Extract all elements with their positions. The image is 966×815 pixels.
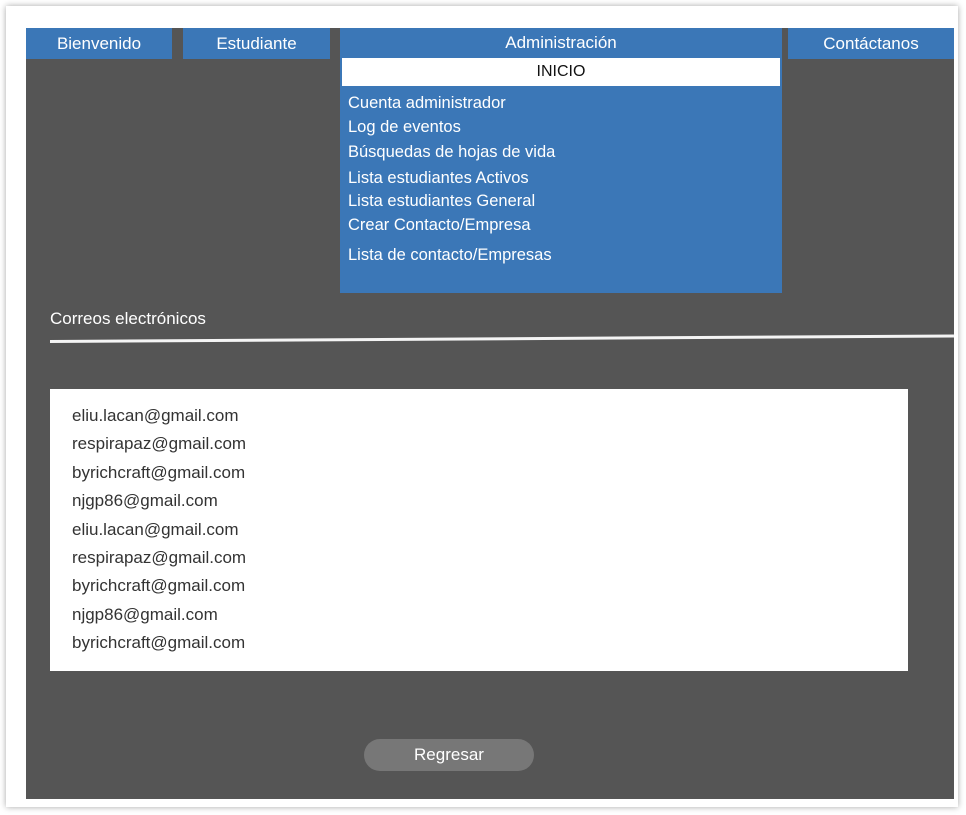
menu-item-lista-estudiantes-general[interactable]: Lista estudiantes General [348, 190, 535, 212]
menu-item-lista-contacto-empresas[interactable]: Lista de contacto/Empresas [348, 244, 552, 266]
email-item: njgp86@gmail.com [72, 491, 218, 510]
back-button[interactable]: Regresar [364, 739, 534, 771]
menu-item-log-de-eventos[interactable]: Log de eventos [348, 116, 461, 138]
email-item: respirapaz@gmail.com [72, 434, 247, 453]
nav-tab-estudiante[interactable]: Estudiante [183, 28, 330, 59]
section-title: Correos electrónicos [50, 309, 206, 328]
email-item: eliu.lacan@gmail.com [72, 406, 239, 425]
menu-item-cuenta-administrador[interactable]: Cuenta administrador [348, 92, 506, 114]
menu-item-busquedas-hojas-de-vida[interactable]: Búsquedas de hojas de vida [348, 141, 555, 163]
menu-item-lista-estudiantes-activos[interactable]: Lista estudiantes Activos [348, 167, 529, 189]
nav-tab-administracion[interactable]: Administración [340, 28, 782, 57]
nav-tab-bienvenido[interactable]: Bienvenido [26, 28, 172, 59]
email-item: byrichcraft@gmail.com [72, 576, 246, 595]
nav-tab-contactanos[interactable]: Contáctanos [788, 28, 954, 59]
email-item: njgp86@gmail.com [72, 605, 218, 624]
email-item: byrichcraft@gmail.com [72, 633, 246, 652]
admin-dropdown-menu: Administración INICIO Cuenta administrad… [340, 28, 782, 293]
email-item: byrichcraft@gmail.com [72, 463, 246, 482]
email-item: respirapaz@gmail.com [72, 548, 247, 567]
email-list: eliu.lacan@gmail.com respirapaz@gmail.co… [50, 389, 908, 671]
menu-item-inicio[interactable]: INICIO [342, 58, 780, 86]
email-item: eliu.lacan@gmail.com [72, 520, 239, 539]
menu-item-crear-contacto-empresa[interactable]: Crear Contacto/Empresa [348, 214, 531, 236]
